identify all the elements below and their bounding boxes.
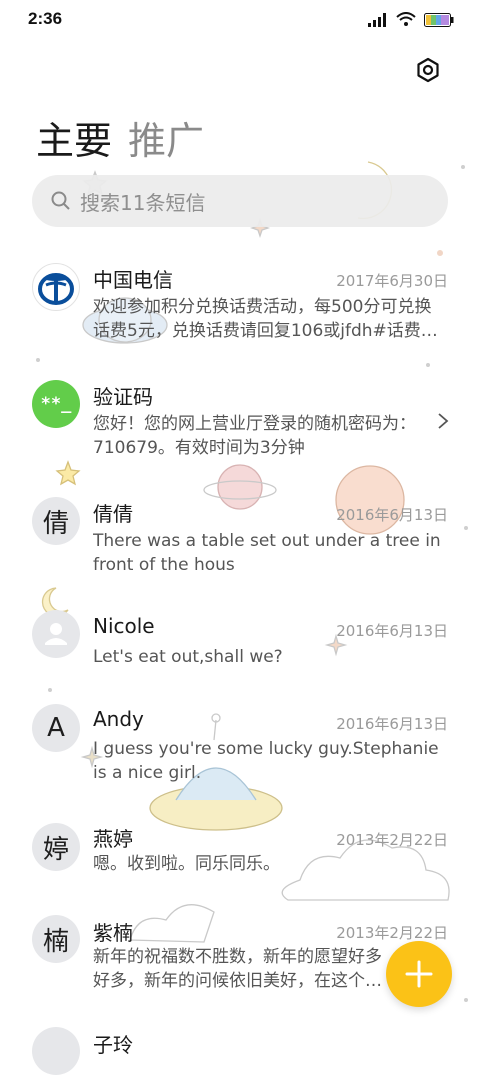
status-time: 2:36 — [28, 9, 63, 28]
contact-avatar: 倩 — [32, 497, 80, 545]
message-preview: 嗯。收到啦。同乐同乐。 — [93, 854, 280, 874]
tab-promotions[interactable]: 推广 — [128, 110, 204, 165]
settings-icon — [417, 57, 439, 83]
contact-avatar — [32, 1027, 80, 1075]
message-date: 2017年6月30日 — [336, 272, 448, 290]
message-preview: 您好！您的网上营业厅登录的随机密码为：710679。有效时间为3分钟 — [93, 414, 416, 458]
new-message-button[interactable] — [386, 941, 452, 1007]
message-date: 2016年6月13日 — [336, 715, 448, 733]
message-preview: Let's eat out,shall we? — [93, 647, 283, 667]
conversation-item[interactable]: 婷 燕婷 2013年2月22日 嗯。收到啦。同乐同乐。 — [0, 820, 480, 910]
chevron-right-icon[interactable] — [436, 412, 450, 430]
message-date: 2013年2月22日 — [336, 924, 448, 942]
conversation-item[interactable]: **_ 验证码 您好！您的网上营业厅登录的随机密码为：710679。有效时间为3… — [0, 370, 480, 480]
contact-name: 燕婷 — [93, 827, 133, 851]
plus-icon — [405, 960, 433, 988]
wifi-icon — [396, 12, 416, 26]
message-preview: I guess you're some lucky guy.Stephanie … — [93, 739, 439, 783]
message-date: 2013年2月22日 — [336, 831, 448, 849]
message-preview: 新年的祝福数不胜数，新年的愿望好多好多，新年的问候依旧美好，在这个温馨的时刻 — [93, 947, 382, 991]
search-placeholder: 搜索11条短信 — [80, 190, 206, 215]
telecom-logo-avatar — [32, 263, 80, 311]
contact-avatar: A — [32, 704, 80, 752]
status-bar: 2:36 — [0, 0, 480, 40]
tab-primary[interactable]: 主要 — [36, 110, 112, 165]
battery-icon — [424, 12, 454, 27]
telecom-logo-icon — [38, 273, 74, 305]
contact-name: Nicole — [93, 614, 155, 638]
conversation-item[interactable]: A Andy 2016年6月13日 I guess you're some lu… — [0, 702, 480, 812]
contact-avatar: **_ — [32, 380, 80, 428]
contact-name: 验证码 — [93, 385, 153, 409]
contact-avatar — [32, 610, 80, 658]
contact-name: 子玲 — [93, 1033, 133, 1057]
message-preview: 欢迎参加积分兑换话费活动，每500分可兑换话费5元，兑换话费请回复106或jfd… — [93, 297, 438, 341]
conversation-item[interactable]: 倩 倩倩 2016年6月13日 There was a table set ou… — [0, 487, 480, 597]
message-date: 2016年6月13日 — [336, 506, 448, 524]
contact-name: 倩倩 — [93, 502, 133, 526]
conversation-item[interactable]: 子玲 — [0, 1027, 480, 1075]
message-preview: There was a table set out under a tree i… — [93, 531, 441, 575]
person-icon — [45, 623, 67, 645]
conversation-item[interactable]: 中国电信 2017年6月30日 欢迎参加积分兑换话费活动，每500分可兑换话费5… — [0, 250, 480, 360]
contact-avatar: 婷 — [32, 823, 80, 871]
contact-name: 紫楠 — [93, 921, 133, 945]
status-icons — [368, 12, 454, 27]
settings-button[interactable] — [414, 56, 442, 84]
message-date: 2016年6月13日 — [336, 622, 448, 640]
contact-name: 中国电信 — [93, 268, 173, 292]
contact-avatar: 楠 — [32, 915, 80, 963]
tab-bar: 主要 推广 — [36, 110, 204, 165]
search-bar[interactable]: 搜索11条短信 — [32, 175, 448, 227]
conversation-item[interactable]: Nicole 2016年6月13日 Let's eat out,shall we… — [0, 607, 480, 697]
contact-name: Andy — [93, 707, 144, 731]
signal-icon — [368, 12, 386, 27]
search-icon — [51, 191, 70, 210]
